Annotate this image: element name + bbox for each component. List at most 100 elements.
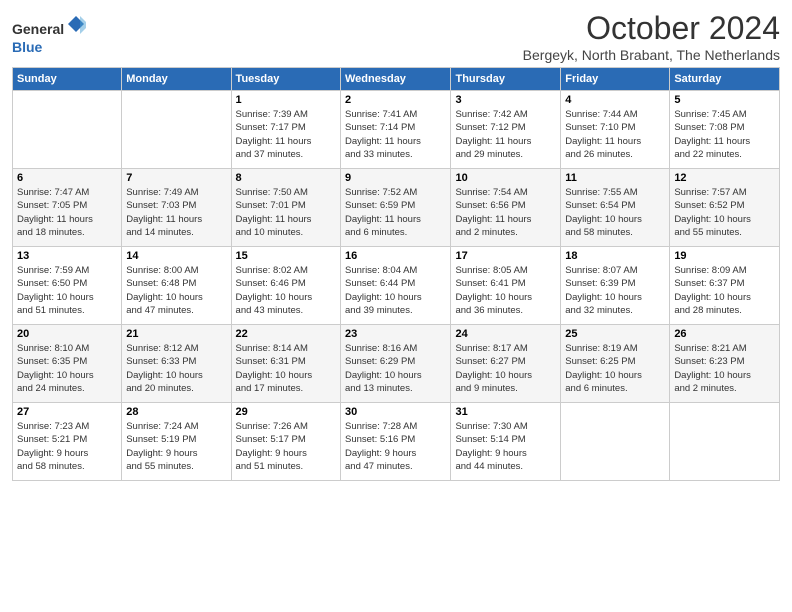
- day-number: 16: [345, 250, 446, 262]
- day-number: 9: [345, 172, 446, 184]
- week-row-2: 6 Sunrise: 7:47 AM Sunset: 7:05 PM Daylig…: [13, 169, 780, 247]
- day-cell: 12 Sunrise: 7:57 AM Sunset: 6:52 PM Dayli…: [670, 169, 780, 247]
- day-info: Sunrise: 8:07 AM Sunset: 6:39 PM Dayligh…: [565, 264, 665, 317]
- day-info: Sunrise: 8:12 AM Sunset: 6:33 PM Dayligh…: [126, 342, 226, 395]
- day-number: 20: [17, 328, 117, 340]
- day-info: Sunrise: 7:26 AM Sunset: 5:17 PM Dayligh…: [236, 420, 336, 473]
- day-cell: 23Sunrise: 8:16 AM Sunset: 6:29 PM Dayli…: [341, 325, 451, 403]
- day-cell: 20Sunrise: 8:10 AM Sunset: 6:35 PM Dayli…: [13, 325, 122, 403]
- day-cell: 18 Sunrise: 8:07 AM Sunset: 6:39 PM Dayli…: [561, 247, 670, 325]
- day-info: Sunrise: 7:23 AM Sunset: 5:21 PM Dayligh…: [17, 420, 117, 473]
- calendar-table: Sunday Monday Tuesday Wednesday Thursday…: [12, 67, 780, 481]
- day-info: Sunrise: 7:30 AM Sunset: 5:14 PM Dayligh…: [455, 420, 556, 473]
- location-subtitle: Bergeyk, North Brabant, The Netherlands: [523, 47, 780, 63]
- day-number: 19: [674, 250, 775, 262]
- day-number: 2: [345, 94, 446, 106]
- day-number: 17: [455, 250, 556, 262]
- day-info: Sunrise: 7:54 AM Sunset: 6:56 PM Dayligh…: [455, 186, 556, 239]
- day-info: Sunrise: 8:19 AM Sunset: 6:25 PM Dayligh…: [565, 342, 665, 395]
- day-number: 8: [236, 172, 336, 184]
- day-cell: [13, 91, 122, 169]
- col-monday: Monday: [122, 68, 231, 91]
- day-cell: 28 Sunrise: 7:24 AM Sunset: 5:19 PM Dayli…: [122, 403, 231, 481]
- day-number: 13: [17, 250, 117, 262]
- day-cell: [670, 403, 780, 481]
- day-number: 10: [455, 172, 556, 184]
- day-info: Sunrise: 8:05 AM Sunset: 6:41 PM Dayligh…: [455, 264, 556, 317]
- calendar-container: General Blue October 2024 Bergeyk, North…: [0, 0, 792, 491]
- day-info: Sunrise: 7:59 AM Sunset: 6:50 PM Dayligh…: [17, 264, 117, 317]
- day-cell: 26 Sunrise: 8:21 AM Sunset: 6:23 PM Dayli…: [670, 325, 780, 403]
- day-number: 11: [565, 172, 665, 184]
- col-tuesday: Tuesday: [231, 68, 340, 91]
- day-cell: 19Sunrise: 8:09 AM Sunset: 6:37 PM Dayli…: [670, 247, 780, 325]
- day-number: 22: [236, 328, 336, 340]
- day-cell: 22Sunrise: 8:14 AM Sunset: 6:31 PM Dayli…: [231, 325, 340, 403]
- day-cell: 29 Sunrise: 7:26 AM Sunset: 5:17 PM Dayli…: [231, 403, 340, 481]
- day-info: Sunrise: 7:50 AM Sunset: 7:01 PM Dayligh…: [236, 186, 336, 239]
- day-cell: [122, 91, 231, 169]
- day-info: Sunrise: 8:02 AM Sunset: 6:46 PM Dayligh…: [236, 264, 336, 317]
- day-number: 26: [674, 328, 775, 340]
- day-cell: 13 Sunrise: 7:59 AM Sunset: 6:50 PM Dayli…: [13, 247, 122, 325]
- title-block: October 2024 Bergeyk, North Brabant, The…: [523, 10, 780, 63]
- day-cell: 30 Sunrise: 7:28 AM Sunset: 5:16 PM Dayli…: [341, 403, 451, 481]
- col-thursday: Thursday: [451, 68, 561, 91]
- day-info: Sunrise: 8:17 AM Sunset: 6:27 PM Dayligh…: [455, 342, 556, 395]
- day-info: Sunrise: 7:49 AM Sunset: 7:03 PM Dayligh…: [126, 186, 226, 239]
- day-cell: 5Sunrise: 7:45 AM Sunset: 7:08 PM Daylig…: [670, 91, 780, 169]
- day-cell: 17 Sunrise: 8:05 AM Sunset: 6:41 PM Dayli…: [451, 247, 561, 325]
- day-cell: 6 Sunrise: 7:47 AM Sunset: 7:05 PM Daylig…: [13, 169, 122, 247]
- col-friday: Friday: [561, 68, 670, 91]
- day-number: 7: [126, 172, 226, 184]
- day-cell: 16 Sunrise: 8:04 AM Sunset: 6:44 PM Dayli…: [341, 247, 451, 325]
- day-cell: 14Sunrise: 8:00 AM Sunset: 6:48 PM Dayli…: [122, 247, 231, 325]
- day-info: Sunrise: 7:47 AM Sunset: 7:05 PM Dayligh…: [17, 186, 117, 239]
- week-row-1: 1 Sunrise: 7:39 AM Sunset: 7:17 PM Daylig…: [13, 91, 780, 169]
- day-number: 1: [236, 94, 336, 106]
- week-row-5: 27Sunrise: 7:23 AM Sunset: 5:21 PM Dayli…: [13, 403, 780, 481]
- day-cell: 7 Sunrise: 7:49 AM Sunset: 7:03 PM Daylig…: [122, 169, 231, 247]
- week-row-3: 13 Sunrise: 7:59 AM Sunset: 6:50 PM Dayli…: [13, 247, 780, 325]
- day-cell: 25 Sunrise: 8:19 AM Sunset: 6:25 PM Dayli…: [561, 325, 670, 403]
- day-info: Sunrise: 7:28 AM Sunset: 5:16 PM Dayligh…: [345, 420, 446, 473]
- day-number: 30: [345, 406, 446, 418]
- day-number: 28: [126, 406, 226, 418]
- day-cell: 31Sunrise: 7:30 AM Sunset: 5:14 PM Dayli…: [451, 403, 561, 481]
- col-saturday: Saturday: [670, 68, 780, 91]
- day-number: 21: [126, 328, 226, 340]
- day-cell: 24 Sunrise: 8:17 AM Sunset: 6:27 PM Dayli…: [451, 325, 561, 403]
- day-info: Sunrise: 7:42 AM Sunset: 7:12 PM Dayligh…: [455, 108, 556, 161]
- day-cell: [561, 403, 670, 481]
- header: General Blue October 2024 Bergeyk, North…: [12, 10, 780, 63]
- day-number: 3: [455, 94, 556, 106]
- header-row: Sunday Monday Tuesday Wednesday Thursday…: [13, 68, 780, 91]
- day-cell: 21 Sunrise: 8:12 AM Sunset: 6:33 PM Dayli…: [122, 325, 231, 403]
- logo-general: General: [12, 21, 64, 37]
- month-title: October 2024: [523, 10, 780, 47]
- day-info: Sunrise: 7:52 AM Sunset: 6:59 PM Dayligh…: [345, 186, 446, 239]
- day-info: Sunrise: 7:24 AM Sunset: 5:19 PM Dayligh…: [126, 420, 226, 473]
- day-number: 29: [236, 406, 336, 418]
- day-cell: 8 Sunrise: 7:50 AM Sunset: 7:01 PM Daylig…: [231, 169, 340, 247]
- day-number: 18: [565, 250, 665, 262]
- day-cell: 3 Sunrise: 7:42 AM Sunset: 7:12 PM Daylig…: [451, 91, 561, 169]
- week-row-4: 20Sunrise: 8:10 AM Sunset: 6:35 PM Dayli…: [13, 325, 780, 403]
- day-number: 15: [236, 250, 336, 262]
- day-number: 14: [126, 250, 226, 262]
- day-cell: 9 Sunrise: 7:52 AM Sunset: 6:59 PM Daylig…: [341, 169, 451, 247]
- day-number: 4: [565, 94, 665, 106]
- logo-blue: Blue: [12, 39, 42, 55]
- day-cell: 10 Sunrise: 7:54 AM Sunset: 6:56 PM Dayli…: [451, 169, 561, 247]
- day-number: 25: [565, 328, 665, 340]
- logo: General Blue: [12, 14, 86, 57]
- col-sunday: Sunday: [13, 68, 122, 91]
- day-number: 6: [17, 172, 117, 184]
- day-number: 12: [674, 172, 775, 184]
- day-info: Sunrise: 7:39 AM Sunset: 7:17 PM Dayligh…: [236, 108, 336, 161]
- day-info: Sunrise: 8:04 AM Sunset: 6:44 PM Dayligh…: [345, 264, 446, 317]
- day-number: 24: [455, 328, 556, 340]
- day-info: Sunrise: 7:57 AM Sunset: 6:52 PM Dayligh…: [674, 186, 775, 239]
- day-info: Sunrise: 8:21 AM Sunset: 6:23 PM Dayligh…: [674, 342, 775, 395]
- day-info: Sunrise: 7:44 AM Sunset: 7:10 PM Dayligh…: [565, 108, 665, 161]
